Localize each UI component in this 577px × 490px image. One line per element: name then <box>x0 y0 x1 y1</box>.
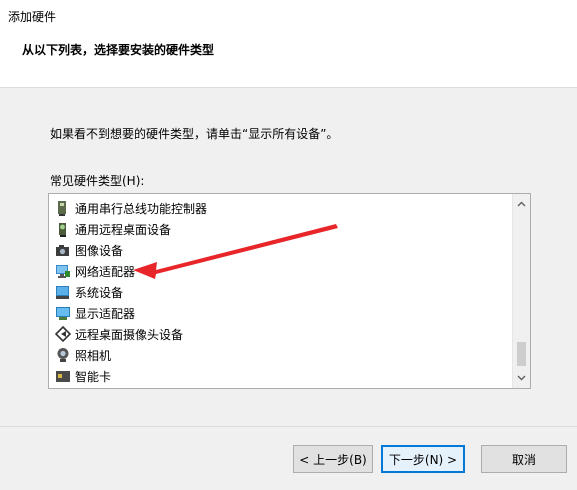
hardware-type-label: 常见硬件类型(H): <box>50 174 145 188</box>
footer-divider <box>0 426 577 427</box>
usb-controller-icon <box>55 200 71 216</box>
list-item-label: 照相机 <box>75 348 112 363</box>
list-item-remote-camera-device[interactable]: 远程桌面摄像头设备 <box>54 324 184 344</box>
title-bar[interactable]: 添加硬件 <box>0 0 577 32</box>
list-scrollbar[interactable] <box>512 194 530 388</box>
scrollbar-thumb[interactable] <box>517 342 526 366</box>
window-title: 添加硬件 <box>8 10 57 24</box>
display-adapter-icon <box>55 305 71 321</box>
scroll-up-icon[interactable] <box>513 196 530 213</box>
remote-desktop-device-icon <box>55 221 71 237</box>
instruction-text: 如果看不到想要的硬件类型，请单击“显示所有设备”。 <box>50 127 339 141</box>
hardware-type-list[interactable]: 通用串行总线功能控制器 通用远程桌面设备 图像设备 网络适配器 系统设备 显示适… <box>48 193 531 389</box>
list-item-remote-desktop-device[interactable]: 通用远程桌面设备 <box>55 219 171 239</box>
list-item-network-adapter[interactable]: 网络适配器 <box>55 261 135 281</box>
scroll-down-icon[interactable] <box>513 369 530 386</box>
list-item-imaging-device[interactable]: 图像设备 <box>55 240 123 260</box>
add-hardware-dialog: 添加硬件 从以下列表，选择要安装的硬件类型 如果看不到想要的硬件类型，请单击“显… <box>0 0 577 490</box>
list-item-label: 网络适配器 <box>75 264 136 279</box>
list-item-label: 通用串行总线功能控制器 <box>75 201 208 216</box>
list-item-camera[interactable]: 照相机 <box>55 345 111 365</box>
list-item-smart-card[interactable]: 智能卡 <box>55 366 111 386</box>
page-heading: 从以下列表，选择要安装的硬件类型 <box>22 43 215 57</box>
smart-card-icon <box>55 368 71 384</box>
list-item-display-adapter[interactable]: 显示适配器 <box>55 303 135 323</box>
network-adapter-icon <box>55 263 71 279</box>
list-item-label: 智能卡 <box>75 369 112 384</box>
hardware-type-list-content: 通用串行总线功能控制器 通用远程桌面设备 图像设备 网络适配器 系统设备 显示适… <box>49 194 512 388</box>
webcam-icon <box>55 347 71 363</box>
system-device-icon <box>55 284 71 300</box>
back-button[interactable]: < 上一步(B) <box>293 445 373 473</box>
list-item-label: 通用远程桌面设备 <box>75 222 172 237</box>
list-item-label: 图像设备 <box>75 243 124 258</box>
camera-icon <box>55 242 71 258</box>
wizard-header: 从以下列表，选择要安装的硬件类型 <box>0 32 577 88</box>
list-item-label: 系统设备 <box>75 285 124 300</box>
cancel-button[interactable]: 取消 <box>481 445 567 473</box>
list-item-label: 显示适配器 <box>75 306 136 321</box>
remote-camera-icon <box>54 325 72 343</box>
list-item-system-device[interactable]: 系统设备 <box>55 282 123 302</box>
next-button[interactable]: 下一步(N) > <box>381 445 465 473</box>
list-item-label: 远程桌面摄像头设备 <box>75 327 184 342</box>
list-item-usb-controller[interactable]: 通用串行总线功能控制器 <box>55 198 207 218</box>
